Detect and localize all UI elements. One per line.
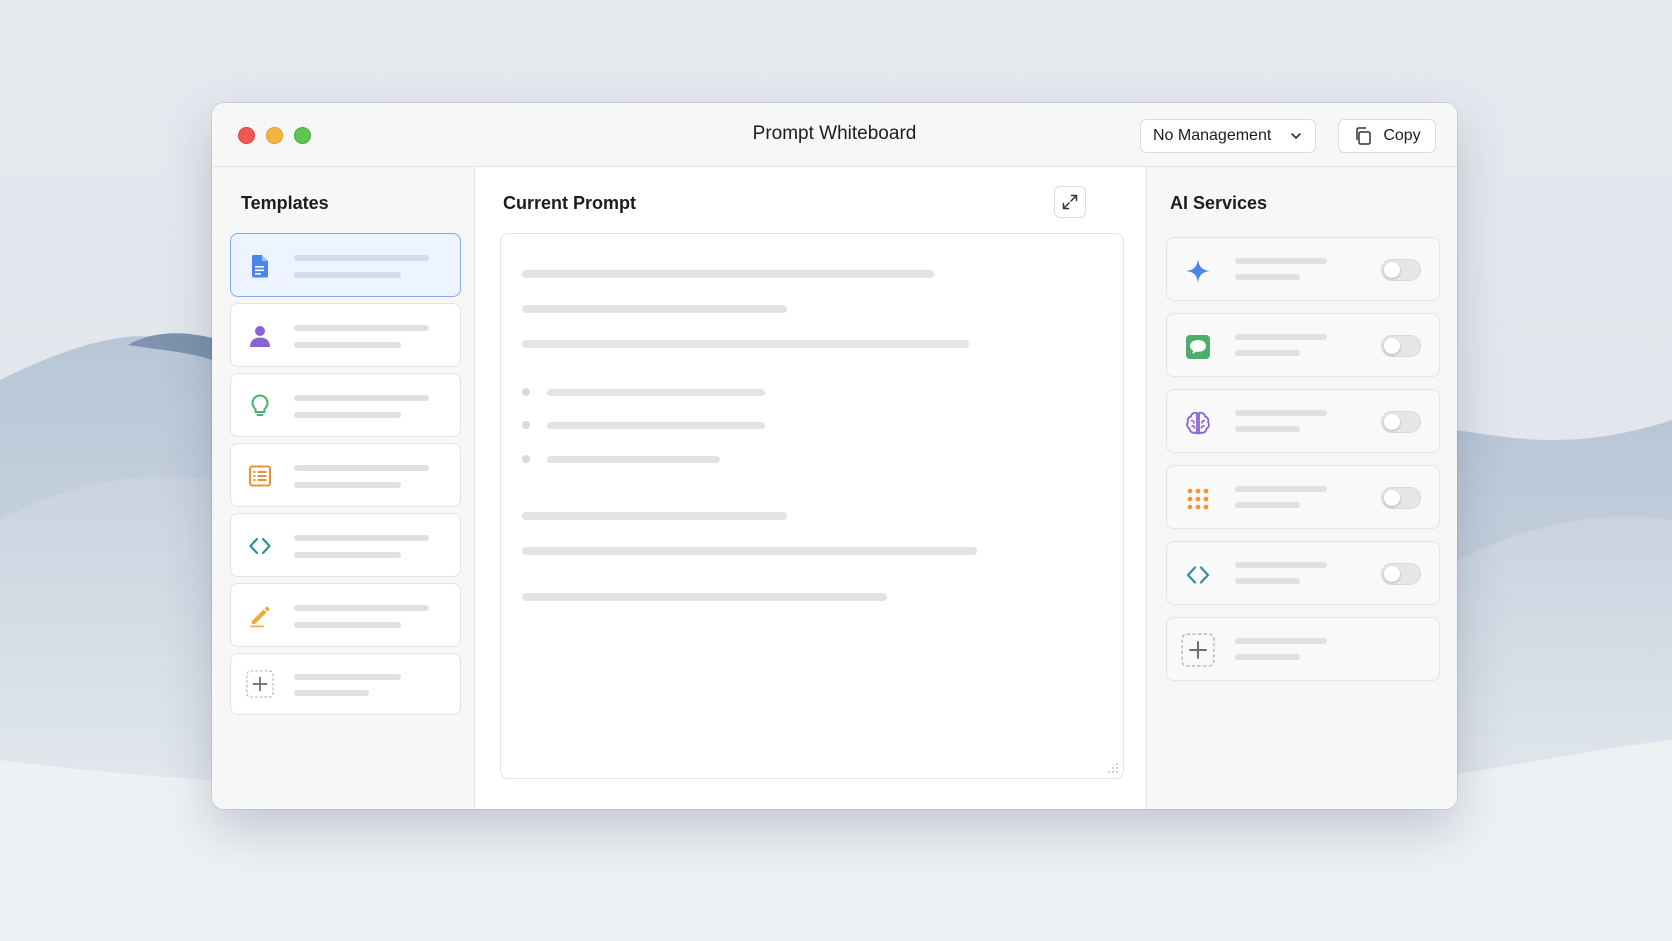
service-toggle[interactable] <box>1381 411 1421 433</box>
template-card-list[interactable] <box>230 443 461 507</box>
toggle-knob <box>1384 490 1400 506</box>
service-toggle[interactable] <box>1381 335 1421 357</box>
copy-button-label: Copy <box>1383 127 1421 144</box>
service-subtitle-placeholder <box>1235 578 1300 584</box>
service-subtitle-placeholder <box>1235 502 1300 508</box>
template-card-person[interactable] <box>230 303 461 367</box>
add-icon <box>1180 632 1216 668</box>
bullet-point <box>522 388 530 396</box>
prompt-text-placeholder <box>522 593 887 601</box>
service-title-placeholder <box>1235 258 1327 264</box>
prompt-text-placeholder <box>522 305 787 313</box>
code-icon <box>1183 560 1213 590</box>
minimize-window-button[interactable] <box>266 127 283 144</box>
toggle-knob <box>1384 338 1400 354</box>
service-title-placeholder <box>1235 486 1327 492</box>
prompt-text-placeholder <box>522 547 977 555</box>
template-title-placeholder <box>294 674 401 680</box>
toggle-knob <box>1384 566 1400 582</box>
service-title-placeholder <box>1235 334 1327 340</box>
ai-service-card-dots[interactable] <box>1166 465 1440 529</box>
service-title-placeholder <box>1235 562 1327 568</box>
template-subtitle-placeholder <box>294 552 401 558</box>
prompt-editor[interactable] <box>500 233 1124 779</box>
template-title-placeholder <box>294 255 429 261</box>
prompt-text-placeholder <box>522 270 934 278</box>
prompt-text-placeholder <box>522 340 969 348</box>
lightbulb-icon <box>246 392 274 420</box>
template-subtitle-placeholder <box>294 622 401 628</box>
pencil-icon <box>246 602 274 630</box>
template-subtitle-placeholder <box>294 482 401 488</box>
ai-service-card-chat[interactable] <box>1166 313 1440 377</box>
prompt-text-placeholder <box>547 422 765 429</box>
expand-button[interactable] <box>1054 186 1086 218</box>
template-title-placeholder <box>294 605 429 611</box>
template-card-document[interactable] <box>230 233 461 297</box>
copy-icon <box>1356 127 1372 145</box>
document-icon <box>246 252 274 280</box>
add-template-card[interactable] <box>230 653 461 715</box>
template-title-placeholder <box>294 535 429 541</box>
code-icon <box>246 532 274 560</box>
current-prompt-panel: Current Prompt <box>475 167 1147 809</box>
service-subtitle-placeholder <box>1235 350 1300 356</box>
bullet-point <box>522 421 530 429</box>
add-icon <box>246 670 274 698</box>
template-card-pencil[interactable] <box>230 583 461 647</box>
template-title-placeholder <box>294 395 429 401</box>
maximize-window-button[interactable] <box>294 127 311 144</box>
service-title-placeholder <box>1235 410 1327 416</box>
service-subtitle-placeholder <box>1235 274 1300 280</box>
bullet-point <box>522 455 530 463</box>
template-subtitle-placeholder <box>294 272 401 278</box>
brain-icon <box>1183 408 1213 438</box>
prompt-text-placeholder <box>547 456 720 463</box>
templates-title: Templates <box>241 193 329 213</box>
ai-service-card-sparkle[interactable] <box>1166 237 1440 301</box>
template-card-code[interactable] <box>230 513 461 577</box>
person-icon <box>246 322 274 350</box>
resize-grip-icon[interactable] <box>1107 762 1119 774</box>
toggle-knob <box>1384 414 1400 430</box>
template-title-placeholder <box>294 465 429 471</box>
template-subtitle-placeholder <box>294 412 401 418</box>
chevron-down-icon <box>1291 133 1301 139</box>
chat-bubble-icon <box>1183 332 1213 362</box>
dot-grid-icon <box>1183 484 1213 514</box>
toggle-knob <box>1384 262 1400 278</box>
sparkle-icon <box>1183 256 1213 286</box>
prompt-text-placeholder <box>547 389 765 396</box>
close-window-button[interactable] <box>238 127 255 144</box>
service-toggle[interactable] <box>1381 563 1421 585</box>
service-toggle[interactable] <box>1381 487 1421 509</box>
expand-icon <box>1062 194 1078 210</box>
templates-panel: Templates <box>212 167 475 809</box>
ai-services-title: AI Services <box>1170 193 1268 213</box>
management-dropdown[interactable]: No Management <box>1140 119 1316 153</box>
service-toggle[interactable] <box>1381 259 1421 281</box>
template-subtitle-placeholder <box>294 690 369 696</box>
service-title-placeholder <box>1235 638 1327 644</box>
ai-service-card-brain[interactable] <box>1166 389 1440 453</box>
copy-button[interactable]: Copy <box>1338 119 1436 153</box>
management-dropdown-value: No Management <box>1153 127 1272 144</box>
prompt-text-placeholder <box>522 512 787 520</box>
title-bar: Prompt Whiteboard No Management Copy <box>212 103 1457 167</box>
template-title-placeholder <box>294 325 429 331</box>
add-ai-service-card[interactable] <box>1166 617 1440 681</box>
service-subtitle-placeholder <box>1235 426 1300 432</box>
ai-service-card-code[interactable] <box>1166 541 1440 605</box>
template-card-lightbulb[interactable] <box>230 373 461 437</box>
service-subtitle-placeholder <box>1235 654 1300 660</box>
list-icon <box>246 462 274 490</box>
app-window: Prompt Whiteboard No Management Copy Tem… <box>212 103 1457 809</box>
template-subtitle-placeholder <box>294 342 401 348</box>
current-prompt-title: Current Prompt <box>503 193 637 213</box>
